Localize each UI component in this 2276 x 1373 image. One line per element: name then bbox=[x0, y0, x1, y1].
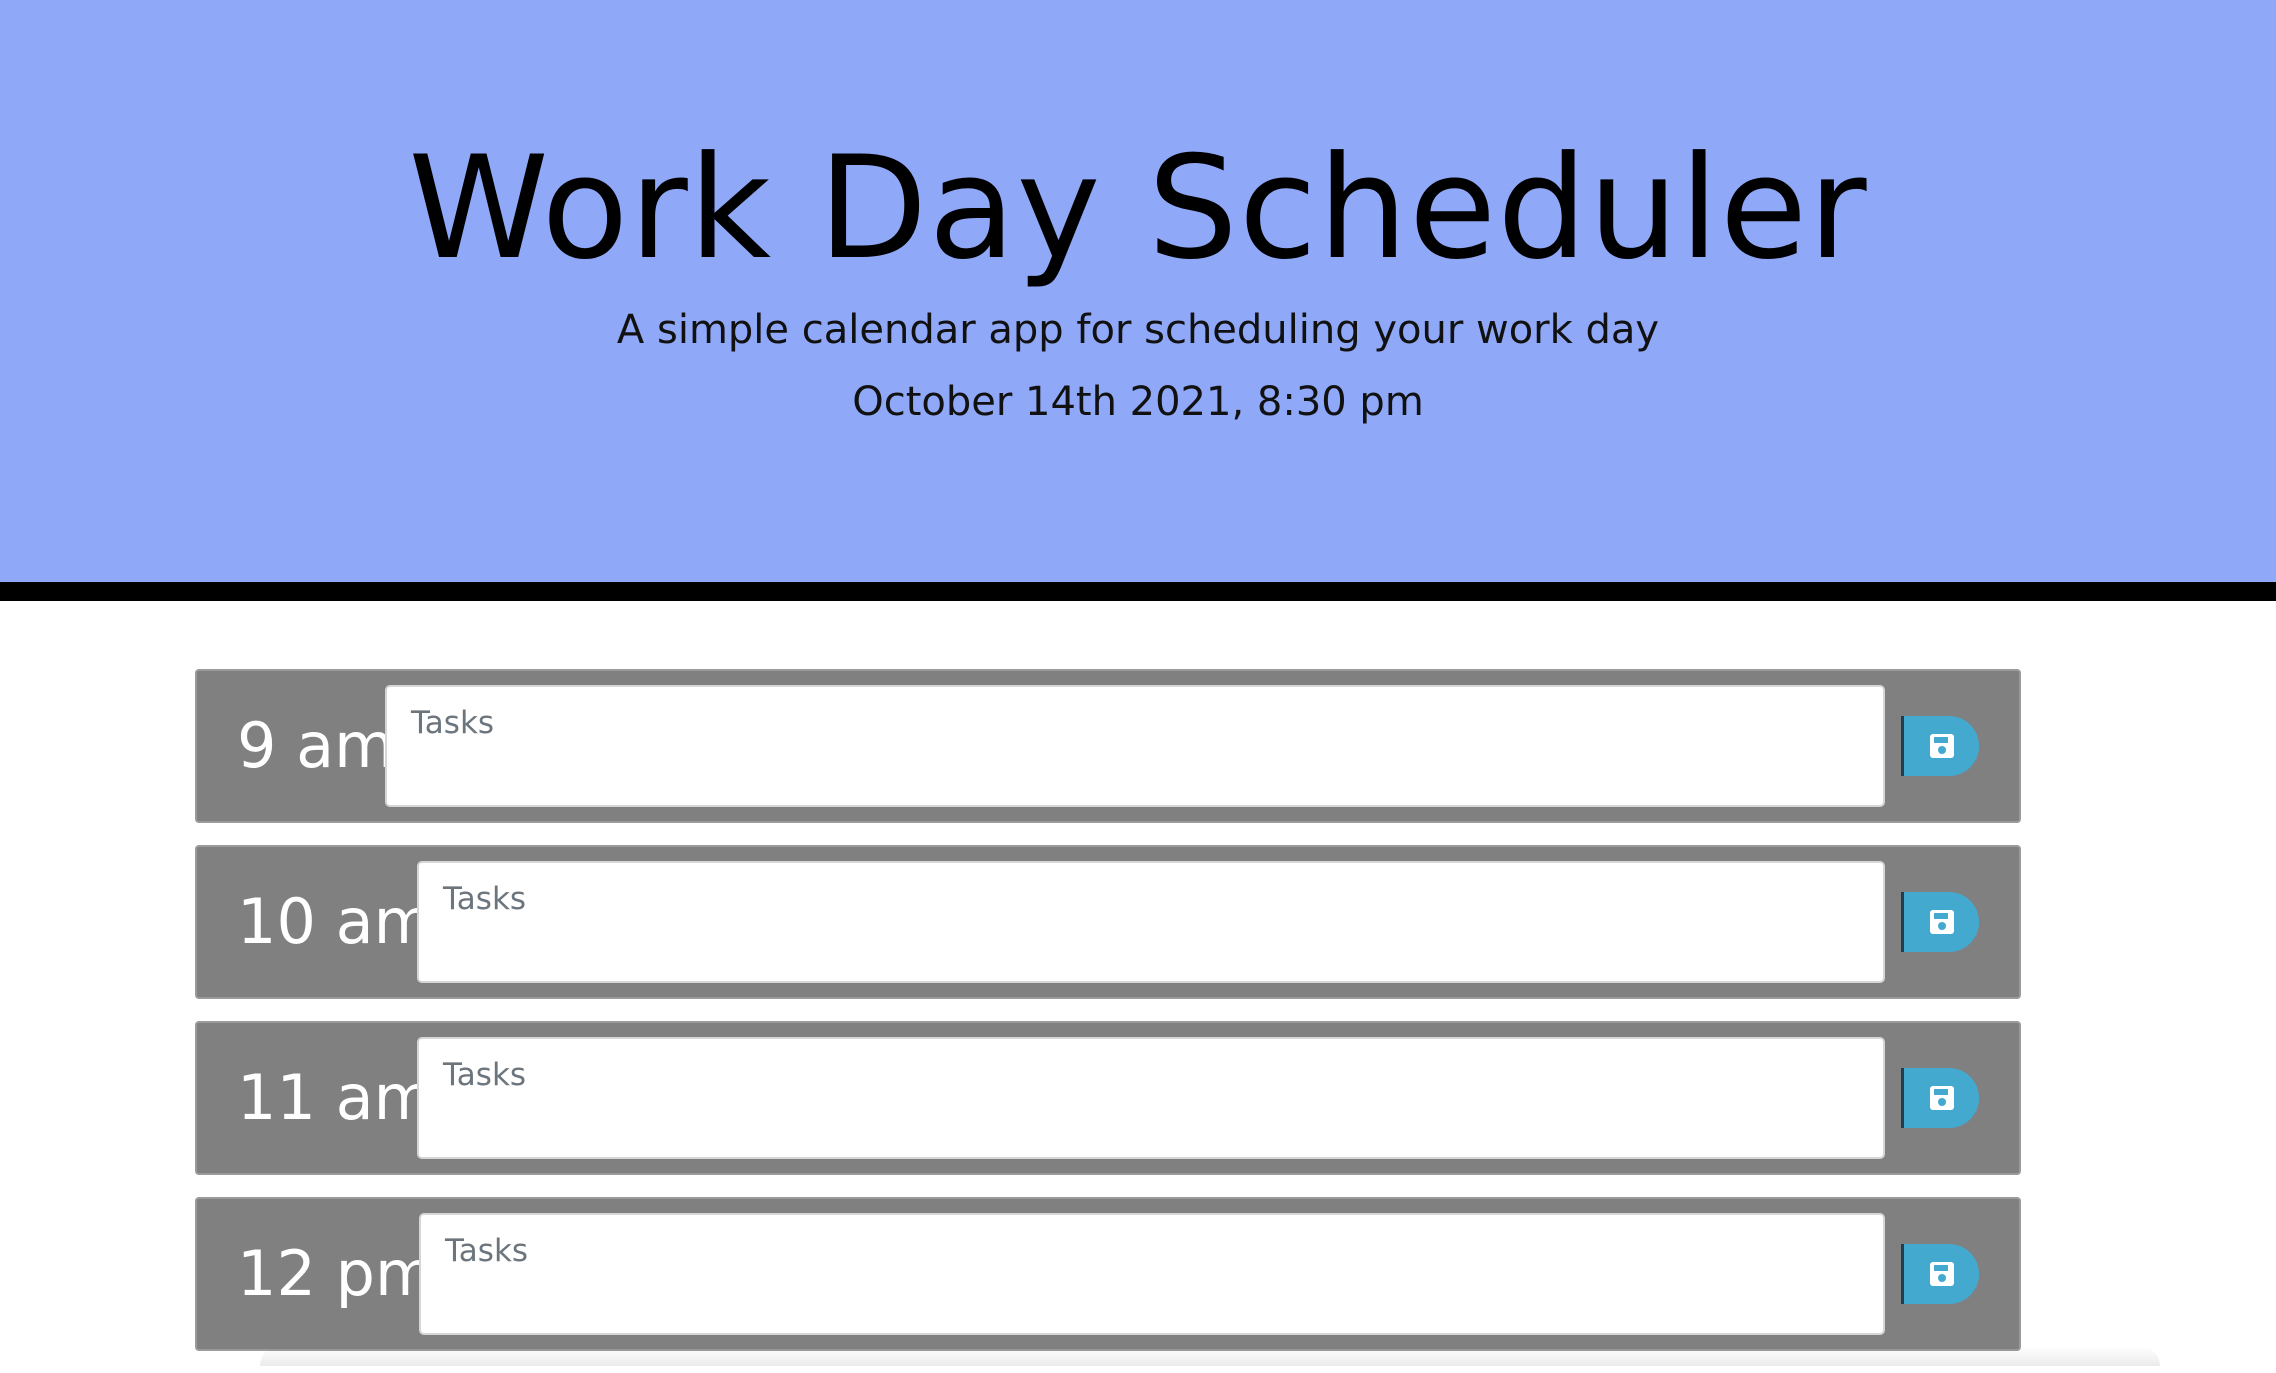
time-block-10am: 10 am bbox=[195, 845, 2021, 999]
save-icon bbox=[1930, 1262, 1954, 1286]
save-button[interactable] bbox=[1901, 1068, 1979, 1128]
time-block-11am: 11 am bbox=[195, 1021, 2021, 1175]
tasks-input[interactable] bbox=[385, 685, 1885, 807]
page-title: Work Day Scheduler bbox=[408, 126, 1868, 291]
time-block-9am: 9 am bbox=[195, 669, 2021, 823]
save-icon bbox=[1930, 910, 1954, 934]
save-icon bbox=[1930, 734, 1954, 758]
save-button[interactable] bbox=[1901, 716, 1979, 776]
tasks-input[interactable] bbox=[419, 1213, 1885, 1335]
hour-label: 11 am bbox=[237, 1061, 434, 1134]
current-day: October 14th 2021, 8:30 pm bbox=[852, 379, 1424, 425]
tasks-input[interactable] bbox=[417, 1037, 1885, 1159]
hour-label: 9 am bbox=[237, 709, 395, 782]
hour-label: 10 am bbox=[237, 885, 434, 958]
hour-label: 12 pm bbox=[237, 1237, 436, 1310]
save-icon bbox=[1930, 1086, 1954, 1110]
tasks-input[interactable] bbox=[417, 861, 1885, 983]
time-block-12pm: 12 pm bbox=[195, 1197, 2021, 1351]
next-block-shadow bbox=[260, 1346, 2160, 1366]
save-button[interactable] bbox=[1901, 1244, 1979, 1304]
header-jumbotron: Work Day Scheduler A simple calendar app… bbox=[0, 0, 2276, 601]
time-block-list: 9 am 10 am 11 am bbox=[195, 669, 2021, 1373]
page-subtitle: A simple calendar app for scheduling you… bbox=[616, 307, 1660, 353]
save-button[interactable] bbox=[1901, 892, 1979, 952]
